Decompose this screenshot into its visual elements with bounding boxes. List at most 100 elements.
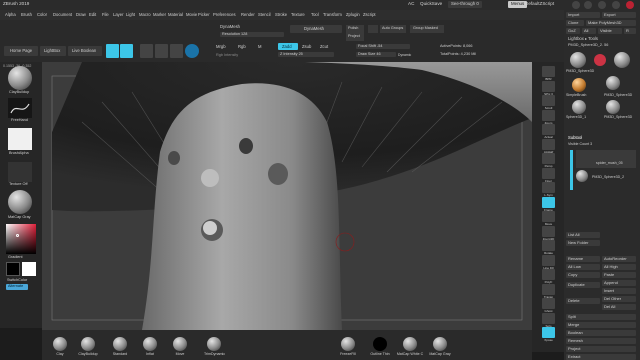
texture-thumbnail[interactable]: [8, 162, 32, 182]
help-icon[interactable]: [572, 1, 580, 9]
current-tool-slider[interactable]: PM3D_Sphere3D_2. 56: [568, 43, 608, 48]
menu-transform[interactable]: Transform: [323, 12, 342, 17]
polyframe-icon[interactable]: [185, 44, 199, 58]
edit-button[interactable]: [106, 44, 119, 58]
visible-count-slider[interactable]: Visible Count 3: [568, 142, 592, 147]
paste-button[interactable]: Paste: [602, 272, 636, 278]
polish-button[interactable]: Polish: [346, 25, 364, 33]
clone-button[interactable]: Clone: [566, 20, 584, 26]
shelf-l-sym-button[interactable]: L.Sym: [542, 182, 555, 197]
list-all-button[interactable]: List All: [566, 232, 600, 238]
bottom-brush-clay[interactable]: Clay: [50, 331, 70, 357]
merge-button[interactable]: Merge: [566, 322, 636, 328]
tool-thumb-2[interactable]: [614, 52, 630, 68]
menu-alpha[interactable]: Alpha: [5, 12, 16, 17]
shelf-rotate-button[interactable]: Rotate: [542, 240, 555, 255]
remesh-button[interactable]: Remesh: [566, 338, 636, 344]
zcut-button[interactable]: Zcut: [320, 44, 328, 49]
project-button[interactable]: Project: [566, 346, 636, 352]
default-zscript-button[interactable]: DefaultZScript: [525, 1, 554, 7]
menu-tool[interactable]: Tool: [311, 12, 319, 17]
shelf-xpose-button[interactable]: Xpose: [542, 327, 555, 342]
rgb-intensity-slider[interactable]: Rgb Intensity: [216, 53, 238, 58]
subtool-thumb-1[interactable]: [576, 170, 588, 182]
color-picker[interactable]: [6, 224, 36, 254]
shelf-scroll-button[interactable]: Scroll: [542, 95, 555, 110]
minimize-icon[interactable]: [598, 1, 606, 9]
shelf-bpr-button[interactable]: BPR: [542, 66, 555, 81]
menu-stencil[interactable]: Stencil: [258, 12, 271, 17]
all-low-button[interactable]: All Low: [566, 264, 600, 270]
auto-groups-button[interactable]: Auto Groups: [380, 25, 406, 33]
focal-shift-slider[interactable]: Focal Shift -54: [356, 44, 410, 49]
extract-button[interactable]: Extract: [566, 354, 636, 360]
move-button[interactable]: [140, 44, 153, 58]
bottom-material-2[interactable]: MatCap White C: [396, 331, 424, 357]
shelf-move-button[interactable]: Move: [542, 211, 555, 226]
import-button[interactable]: Import: [566, 12, 600, 18]
tool-thumb-4[interactable]: [572, 100, 586, 114]
menu-layer[interactable]: Layer: [113, 12, 123, 17]
menu-preferences[interactable]: Preferences: [213, 12, 236, 17]
menu-zscript[interactable]: Zscript: [363, 12, 376, 17]
menu-draw[interactable]: Draw: [76, 12, 86, 17]
all-high-button[interactable]: All High: [602, 264, 636, 270]
switchcolor-button[interactable]: SwitchColor: [7, 278, 27, 283]
del-other-button[interactable]: Del Other: [602, 296, 636, 302]
bottom-brush-move[interactable]: Move: [170, 331, 190, 357]
maximize-icon[interactable]: [612, 1, 620, 9]
menu-stroke[interactable]: Stroke: [275, 12, 287, 17]
subtool-scrollbar[interactable]: [570, 150, 573, 190]
secondary-color-swatch[interactable]: [22, 262, 36, 276]
insert-button[interactable]: Insert: [602, 288, 636, 294]
menu-marker[interactable]: Marker: [153, 12, 166, 17]
m-button[interactable]: M: [258, 44, 262, 49]
shelf-zoom-button[interactable]: Zoom: [542, 109, 555, 124]
tool-thumb-5[interactable]: [606, 100, 620, 114]
tool-thumb-current[interactable]: [570, 52, 586, 68]
rotate-button[interactable]: [170, 44, 183, 58]
menu-light[interactable]: Light: [126, 12, 135, 17]
shelf-persp-button[interactable]: Persp: [542, 153, 555, 168]
goz-button[interactable]: GoZ: [566, 28, 580, 34]
mrgb-button[interactable]: Mrgb: [216, 44, 226, 49]
visible-button[interactable]: Visible: [598, 28, 622, 34]
menu-zplugin[interactable]: Zplugin: [346, 12, 360, 17]
menu-picker[interactable]: Picker: [198, 12, 210, 17]
tool-thumb-3[interactable]: [606, 76, 620, 90]
brush-thumbnail[interactable]: [8, 66, 32, 90]
subtool-item-0[interactable]: spider_mush_05: [576, 150, 636, 168]
quicksave-button[interactable]: QuickSave: [420, 1, 442, 7]
shelf-floor-button[interactable]: Floor: [542, 167, 555, 182]
layout-icon[interactable]: [584, 1, 592, 9]
draw-button[interactable]: [120, 44, 133, 58]
tool-thumb-fly-icon[interactable]: [594, 54, 606, 66]
append-button[interactable]: Append: [602, 280, 636, 286]
material-thumbnail[interactable]: [8, 190, 32, 214]
r-button[interactable]: R: [624, 28, 636, 34]
menu-file[interactable]: File: [102, 12, 109, 17]
rename-button[interactable]: Rename: [566, 256, 600, 262]
copy-button[interactable]: Copy: [566, 272, 600, 278]
stroke-thumbnail[interactable]: [8, 98, 32, 118]
main-color-swatch[interactable]: [6, 262, 20, 276]
menu-brush[interactable]: Brush: [21, 12, 32, 17]
boolean-button[interactable]: Boolean: [566, 330, 636, 336]
menu-movie[interactable]: Movie: [186, 12, 197, 17]
shelf-polyf-button[interactable]: PolyF: [542, 269, 555, 284]
color-picker-cursor[interactable]: [16, 234, 19, 237]
bottom-material-3[interactable]: MatCap Gray: [426, 331, 454, 357]
menu-render[interactable]: Render: [241, 12, 255, 17]
alternate-button[interactable]: Alternate: [6, 284, 28, 290]
bottom-brush-inflat[interactable]: Inflat: [140, 331, 160, 357]
autoreorder-button[interactable]: AutoReorder: [602, 256, 636, 262]
shelf-actual-button[interactable]: Actual: [542, 124, 555, 139]
lightbox-tools-button[interactable]: Lightbox ▸ Tools: [568, 36, 598, 41]
shelf-aahalf-button[interactable]: AAHalf: [542, 138, 555, 153]
shelf-line-fill-button[interactable]: Line Fill: [542, 254, 555, 269]
z-intensity-slider[interactable]: Z Intensity 25: [278, 52, 334, 57]
menu-document[interactable]: Document: [53, 12, 72, 17]
bottom-material-1[interactable]: Outline Thin: [366, 331, 394, 357]
shelf-transp-button[interactable]: Transp: [542, 283, 555, 298]
shelf-ghost-button[interactable]: Ghost: [542, 298, 555, 313]
